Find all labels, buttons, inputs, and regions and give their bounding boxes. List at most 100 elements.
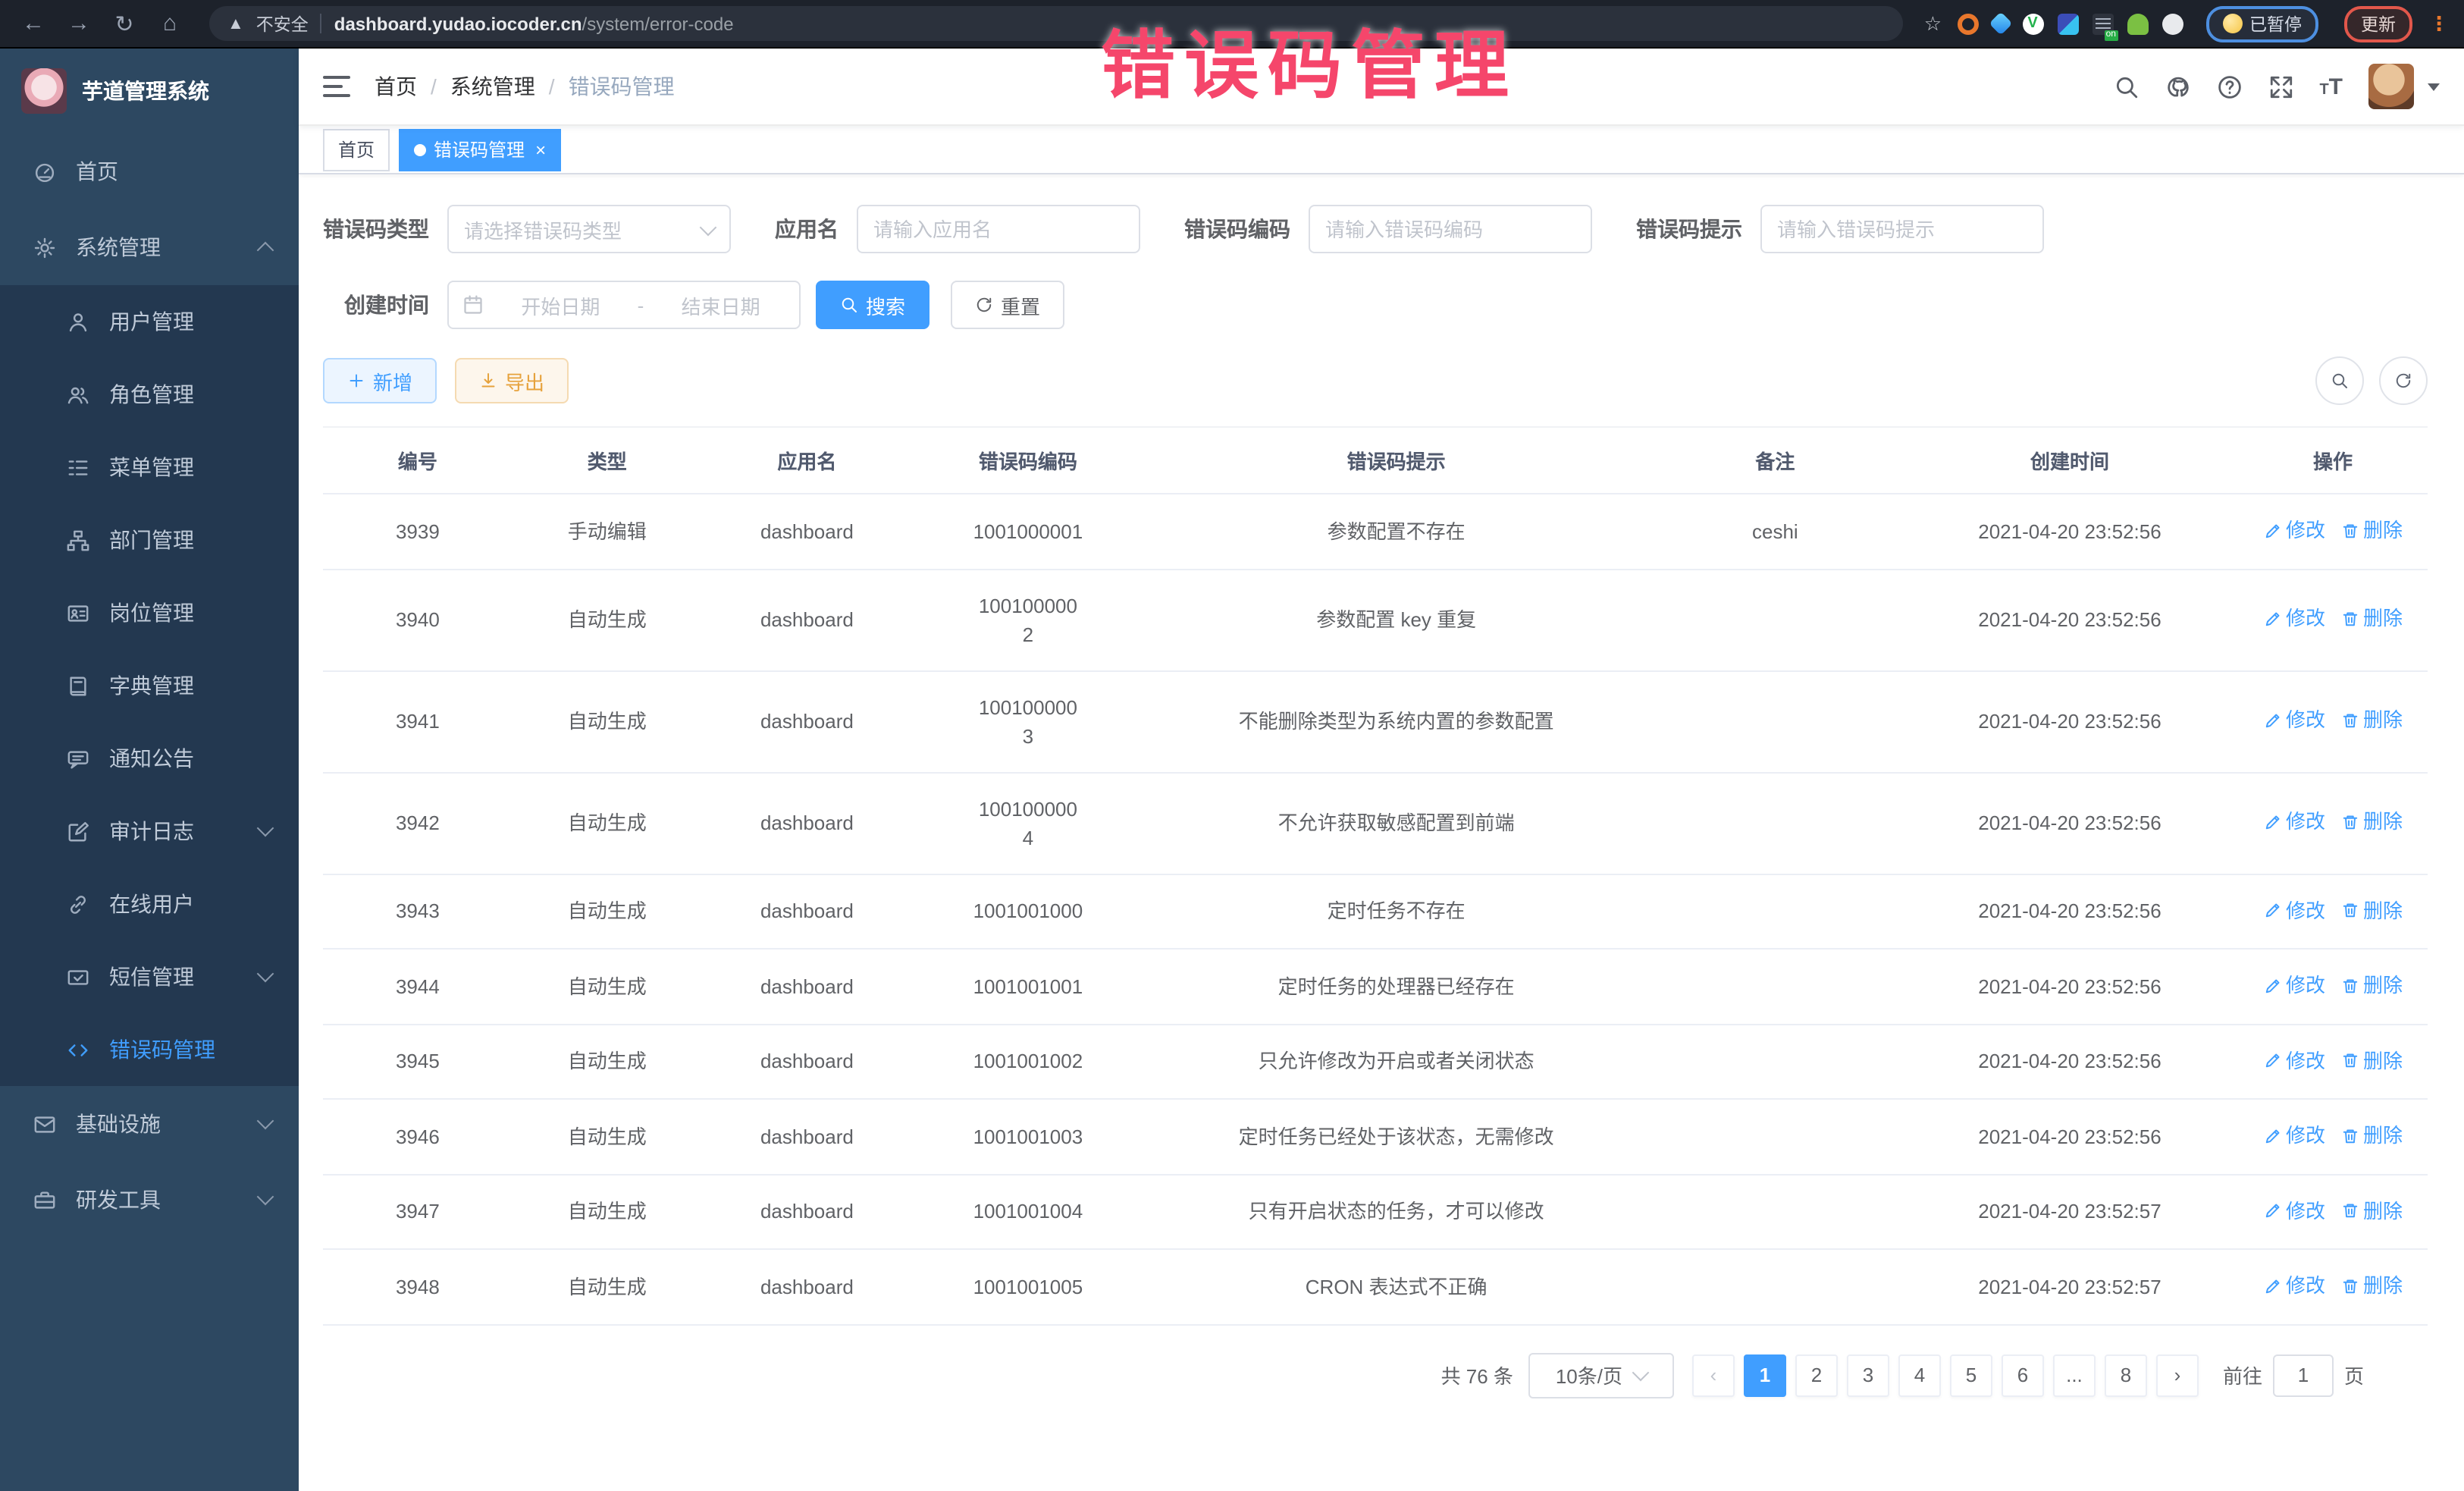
reload-icon[interactable]: ↻ (106, 5, 143, 42)
delete-link[interactable]: 删除 (2340, 971, 2403, 1000)
search-button[interactable]: 搜索 (816, 281, 929, 329)
sidebar-item-role[interactable]: 角色管理 (0, 358, 299, 431)
cell-time: 2021-04-20 23:52:57 (1901, 1249, 2238, 1324)
date-range-picker[interactable]: 开始日期 - 结束日期 (447, 281, 801, 329)
edit-link[interactable]: 修改 (2263, 604, 2325, 633)
edit-link[interactable]: 修改 (2263, 1046, 2325, 1075)
search-icon[interactable] (2113, 74, 2139, 99)
delete-link[interactable]: 删除 (2340, 896, 2403, 924)
refresh-icon (975, 296, 993, 314)
list-on-icon[interactable] (2092, 13, 2113, 34)
edit-link[interactable]: 修改 (2263, 1271, 2325, 1300)
hamburger-icon[interactable] (323, 76, 350, 97)
sidebar-item-notice[interactable]: 通知公告 (0, 722, 299, 795)
sidebar-item-label: 短信管理 (109, 962, 240, 992)
tab-error-code[interactable]: 错误码管理 × (399, 128, 561, 171)
browser-menu-dots-icon[interactable]: ⋮ (2429, 11, 2449, 36)
sidebar-item-system[interactable]: 系统管理 (0, 209, 299, 285)
green-key-icon[interactable] (2127, 13, 2148, 34)
cell-time: 2021-04-20 23:52:56 (1901, 1024, 2238, 1099)
orange-ring-icon[interactable] (1957, 13, 1978, 34)
cell-code: 1001000001 (912, 494, 1143, 569)
refresh-circle-icon[interactable] (2379, 356, 2428, 405)
logo-row[interactable]: 芋道管理系统 (0, 49, 299, 133)
cell-code: 1001001001 (912, 949, 1143, 1024)
font-size-icon[interactable]: TT (2319, 75, 2343, 98)
export-button[interactable]: 导出 (455, 358, 569, 403)
error-type-select[interactable]: 请选择错误码类型 (447, 205, 731, 253)
delete-link[interactable]: 删除 (2340, 1196, 2403, 1225)
delete-link[interactable]: 删除 (2340, 808, 2403, 837)
blue-grid-icon[interactable] (2057, 13, 2078, 34)
edit-link[interactable]: 修改 (2263, 706, 2325, 735)
error-msg-input[interactable] (1760, 205, 2044, 253)
page-button-1[interactable]: 1 (1744, 1354, 1786, 1396)
search-circle-icon[interactable] (2315, 356, 2364, 405)
goto-page-input[interactable] (2273, 1354, 2334, 1396)
sidebar-item-devtools[interactable]: 研发工具 (0, 1162, 299, 1238)
edit-link[interactable]: 修改 (2263, 1121, 2325, 1150)
github-icon[interactable] (2165, 74, 2190, 99)
page-button-5[interactable]: 5 (1950, 1354, 1992, 1396)
sidebar-item-user[interactable]: 用户管理 (0, 285, 299, 358)
add-button[interactable]: 新增 (323, 358, 437, 403)
sidebar-item-audit[interactable]: 审计日志 (0, 795, 299, 868)
page-button-8[interactable]: 8 (2105, 1354, 2147, 1396)
edit-link[interactable]: 修改 (2263, 971, 2325, 1000)
edit-link[interactable]: 修改 (2263, 1196, 2325, 1225)
sidebar-item-dict[interactable]: 字典管理 (0, 649, 299, 722)
bookmark-star-icon[interactable]: ☆ (1924, 11, 1942, 36)
breadcrumb-system[interactable]: 系统管理 (450, 71, 535, 102)
home-icon[interactable]: ⌂ (152, 5, 188, 42)
sidebar-item-online[interactable]: 在线用户 (0, 868, 299, 940)
paused-badge[interactable]: 已暂停 (2205, 5, 2318, 42)
cell-code: 100100000 2 (912, 569, 1143, 670)
sidebar-item-home[interactable]: 首页 (0, 133, 299, 209)
update-button[interactable]: 更新 (2344, 5, 2412, 42)
sidebar-item-dept[interactable]: 部门管理 (0, 504, 299, 576)
delete-link[interactable]: 删除 (2340, 706, 2403, 735)
delete-link[interactable]: 删除 (2340, 1121, 2403, 1150)
cell-time: 2021-04-20 23:52:56 (1901, 569, 2238, 670)
page-ellipsis[interactable]: ... (2053, 1354, 2096, 1396)
cell-id: 3948 (323, 1249, 513, 1324)
forward-icon[interactable]: → (61, 5, 97, 42)
sidebar-item-post[interactable]: 岗位管理 (0, 576, 299, 649)
close-tab-icon[interactable]: × (535, 139, 546, 160)
app-name-input[interactable] (857, 205, 1140, 253)
next-page-button[interactable]: › (2156, 1354, 2199, 1396)
page-button-2[interactable]: 2 (1795, 1354, 1838, 1396)
page-size-select[interactable]: 10条/页 (1528, 1352, 1674, 1398)
green-check-circle-icon[interactable]: V (2022, 13, 2043, 34)
url-bar[interactable]: ▲ 不安全 dashboard.yudao.iocoder.cn/system/… (209, 6, 1903, 41)
back-icon[interactable]: ← (15, 5, 52, 42)
sidebar-item-infra[interactable]: 基础设施 (0, 1086, 299, 1162)
date-separator: - (638, 293, 644, 316)
help-icon[interactable] (2216, 74, 2242, 99)
sidebar-item-errcode[interactable]: 错误码管理 (0, 1013, 299, 1086)
delete-link[interactable]: 删除 (2340, 1271, 2403, 1300)
breadcrumb-home[interactable]: 首页 (375, 71, 417, 102)
edit-link[interactable]: 修改 (2263, 896, 2325, 924)
tab-home[interactable]: 首页 (323, 128, 390, 171)
page-button-3[interactable]: 3 (1847, 1354, 1889, 1396)
delete-link[interactable]: 删除 (2340, 1046, 2403, 1075)
fullscreen-icon[interactable] (2268, 74, 2293, 99)
edit-icon (2263, 711, 2281, 730)
blue-gem-icon[interactable] (1988, 11, 2011, 35)
reset-button[interactable]: 重置 (951, 281, 1064, 329)
puzzle-icon[interactable] (2161, 13, 2183, 34)
prev-page-button[interactable]: ‹ (1692, 1354, 1735, 1396)
page-button-4[interactable]: 4 (1898, 1354, 1941, 1396)
cell-app: dashboard (702, 1174, 913, 1249)
edit-link[interactable]: 修改 (2263, 516, 2325, 545)
sidebar-item-menu[interactable]: 菜单管理 (0, 431, 299, 504)
edit-link[interactable]: 修改 (2263, 808, 2325, 837)
dropdown-caret-icon[interactable] (2428, 83, 2440, 90)
page-button-6[interactable]: 6 (2002, 1354, 2044, 1396)
user-avatar[interactable] (2368, 64, 2414, 109)
error-code-input[interactable] (1309, 205, 1592, 253)
delete-link[interactable]: 删除 (2340, 516, 2403, 545)
delete-link[interactable]: 删除 (2340, 604, 2403, 633)
sidebar-item-sms[interactable]: 短信管理 (0, 940, 299, 1013)
